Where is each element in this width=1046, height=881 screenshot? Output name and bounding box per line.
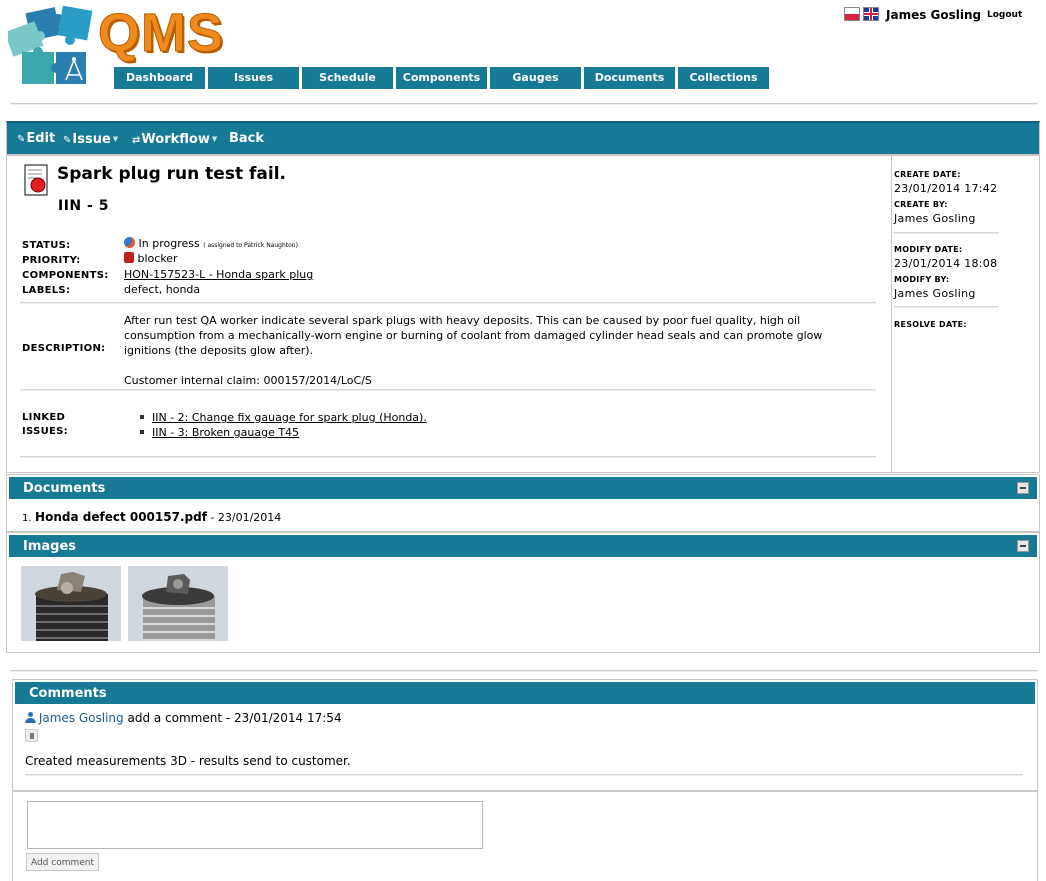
- comment-author-link[interactable]: James Gosling: [39, 711, 124, 725]
- modify-by-value: James Gosling: [894, 287, 976, 300]
- documents-title: Documents: [23, 481, 106, 496]
- documents-panel: Documents 1. Honda defect 000157.pdf - 2…: [6, 474, 1040, 532]
- pencil-icon: ✎: [17, 134, 26, 145]
- nav-tab-documents[interactable]: Documents: [584, 67, 675, 89]
- linked-issue-item: IIN - 2: Change fix gauage for spark plu…: [140, 411, 427, 424]
- issue-document-icon: [24, 164, 48, 196]
- english-flag-icon[interactable]: [863, 7, 879, 21]
- comment-timestamp: add a comment - 23/01/2014 17:54: [123, 711, 342, 725]
- components-label: COMPONENTS:: [22, 270, 109, 281]
- document-date: - 23/01/2014: [206, 511, 282, 524]
- linked-issue-link[interactable]: IIN - 3: Broken gauage T45: [152, 426, 299, 439]
- comments-panel: Comments James Gosling add a comment - 2…: [12, 679, 1038, 791]
- header-divider: [10, 103, 1038, 105]
- nav-tab-gauges[interactable]: Gauges: [490, 67, 581, 89]
- modify-date-value: 23/01/2014 18:08: [894, 257, 998, 270]
- documents-header: Documents: [9, 477, 1037, 499]
- section-divider: [20, 302, 876, 304]
- logout-link[interactable]: Logout: [987, 10, 1022, 20]
- document-index: 1.: [22, 513, 32, 524]
- nav-tab-components[interactable]: Components: [396, 67, 487, 89]
- sidebar-divider-line: [893, 306, 999, 308]
- linked-issues-label-line1: LINKED: [22, 412, 66, 423]
- user-icon: [25, 712, 36, 723]
- arrows-icon: ⇄: [132, 135, 141, 146]
- priority-value: blocker: [124, 252, 178, 265]
- description-text: After run test QA worker indicate severa…: [124, 314, 823, 357]
- collapse-icon[interactable]: [1017, 540, 1029, 552]
- images-header: Images: [9, 535, 1037, 557]
- description-body: After run test QA worker indicate severa…: [124, 313, 844, 388]
- bullet-icon: [140, 415, 144, 419]
- language-switcher: [844, 7, 879, 21]
- nav-tab-schedule[interactable]: Schedule: [302, 67, 393, 89]
- nav-tab-collections[interactable]: Collections: [678, 67, 769, 89]
- trash-icon[interactable]: [25, 729, 38, 742]
- polish-flag-icon[interactable]: [844, 7, 860, 21]
- component-link[interactable]: HON-157523-L - Honda spark plug: [124, 268, 313, 281]
- comment-text: Created measurements 3D - results send t…: [25, 754, 351, 768]
- issue-toolbar: ✎Edit ✎Issue ▼ ⇄Workflow ▼ Back: [6, 121, 1040, 155]
- bullet-icon: [140, 430, 144, 434]
- issue-code: IIN - 5: [58, 198, 109, 214]
- modify-date-label: MODIFY DATE:: [894, 245, 963, 254]
- spark-plug-image-thumbnail[interactable]: [21, 566, 121, 641]
- status-label: STATUS:: [22, 240, 71, 251]
- comments-divider: [10, 670, 1038, 672]
- section-divider: [20, 456, 876, 458]
- linked-issue-link[interactable]: IIN - 2: Change fix gauage for spark plu…: [152, 411, 427, 424]
- edit-label: Edit: [26, 131, 56, 146]
- user-name[interactable]: James Gosling: [886, 8, 981, 22]
- caret-down-icon: ▼: [211, 135, 218, 143]
- document-link[interactable]: Honda defect 000157.pdf: [35, 510, 207, 524]
- images-title: Images: [23, 539, 77, 554]
- comment-divider: [25, 774, 1023, 776]
- main-nav: Dashboard Issues Schedule Components Gau…: [114, 67, 769, 89]
- create-date-value: 23/01/2014 17:42: [894, 182, 998, 195]
- issue-title: Spark plug run test fail.: [57, 164, 286, 184]
- create-date-label: CREATE DATE:: [894, 170, 961, 179]
- status-progress-icon: [124, 237, 135, 248]
- status-assignee: ( assigned to Patrick Naughton): [203, 242, 298, 249]
- status-value: In progress ( assigned to Patrick Naught…: [124, 237, 298, 250]
- modify-by-label: MODIFY BY:: [894, 275, 950, 284]
- linked-issues-label-line2: ISSUES:: [22, 426, 68, 437]
- priority-text: blocker: [137, 252, 178, 265]
- add-comment-button[interactable]: Add comment: [26, 853, 99, 871]
- workflow-menu-button[interactable]: ⇄Workflow ▼: [132, 123, 217, 155]
- brand-logo: QMS: [97, 3, 225, 63]
- caret-down-icon: ▼: [112, 135, 119, 143]
- sidebar-divider: [891, 156, 892, 472]
- workflow-menu-label: Workflow: [141, 132, 210, 147]
- issue-menu-label: Issue: [72, 132, 111, 147]
- comment-meta: James Gosling add a comment - 23/01/2014…: [25, 711, 342, 725]
- document-item: 1. Honda defect 000157.pdf - 23/01/2014: [22, 510, 281, 524]
- sidebar-divider-line: [893, 232, 999, 234]
- back-button[interactable]: Back: [229, 123, 264, 155]
- labels-value: defect, honda: [124, 283, 201, 296]
- nav-tab-dashboard[interactable]: Dashboard: [114, 67, 205, 89]
- nav-tab-issues[interactable]: Issues: [208, 67, 299, 89]
- spark-plug-image-thumbnail[interactable]: [128, 566, 228, 641]
- blocker-icon: [124, 252, 134, 263]
- linked-issue-item: IIN - 3: Broken gauage T45: [140, 426, 299, 439]
- labels-label: LABELS:: [22, 285, 71, 296]
- comment-input[interactable]: [27, 801, 483, 849]
- resolve-date-label: RESOLVE DATE:: [894, 320, 967, 329]
- pencil-icon: ✎: [63, 135, 72, 146]
- create-by-value: James Gosling: [894, 212, 976, 225]
- edit-button[interactable]: ✎Edit: [17, 123, 55, 155]
- description-label: DESCRIPTION:: [22, 343, 106, 354]
- description-claim: Customer internal claim: 000157/2014/LoC…: [124, 374, 372, 387]
- puzzle-logo-icon: [8, 6, 93, 84]
- collapse-icon[interactable]: [1017, 482, 1029, 494]
- comments-title: Comments: [29, 686, 107, 701]
- comments-header: Comments: [15, 682, 1035, 704]
- status-text: In progress: [138, 237, 200, 250]
- issue-menu-button[interactable]: ✎Issue ▼: [63, 123, 118, 155]
- priority-label: PRIORITY:: [22, 255, 81, 266]
- create-by-label: CREATE BY:: [894, 200, 948, 209]
- section-divider: [20, 389, 876, 391]
